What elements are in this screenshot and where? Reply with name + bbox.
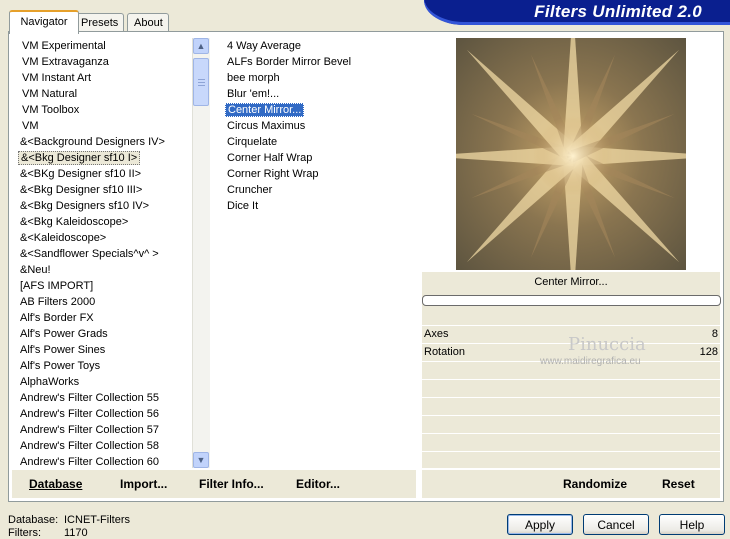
category-item[interactable]: VM Experimental bbox=[16, 38, 191, 54]
filter-item[interactable]: ALFs Border Mirror Bevel bbox=[225, 54, 415, 70]
category-item[interactable]: Andrew's Filter Collection 58 bbox=[16, 438, 191, 454]
category-item[interactable]: &<Bkg Designer sf10 III> bbox=[16, 182, 191, 198]
preview-filter-name: Center Mirror... bbox=[534, 276, 608, 288]
category-item[interactable]: Andrew's Filter Collection 55 bbox=[16, 390, 191, 406]
watermark-url: www.maidiregrafica.eu bbox=[540, 356, 641, 367]
import-button[interactable]: Import... bbox=[120, 475, 167, 493]
tab-presets[interactable]: Presets bbox=[74, 13, 124, 32]
editor-button[interactable]: Editor... bbox=[296, 475, 340, 493]
scroll-thumb[interactable] bbox=[193, 58, 209, 106]
filter-item[interactable]: Corner Right Wrap bbox=[225, 166, 415, 182]
category-item[interactable]: VM bbox=[16, 118, 191, 134]
category-item[interactable]: &<Kaleidoscope> bbox=[16, 230, 191, 246]
category-item[interactable]: &Neu! bbox=[16, 262, 191, 278]
cancel-button[interactable]: Cancel bbox=[583, 514, 649, 535]
watermark-name: Pinuccia bbox=[568, 334, 646, 355]
category-item[interactable]: VM Instant Art bbox=[16, 70, 191, 86]
help-button[interactable]: Help bbox=[659, 514, 725, 535]
category-item[interactable]: Alf's Border FX bbox=[16, 310, 191, 326]
category-item[interactable]: &<Bkg Designer sf10 I> bbox=[16, 150, 191, 166]
category-item[interactable]: AB Filters 2000 bbox=[16, 294, 191, 310]
tab-about[interactable]: About bbox=[127, 13, 169, 32]
title-banner: Filters Unlimited 2.0 bbox=[424, 0, 730, 25]
filter-item[interactable]: Circus Maximus bbox=[225, 118, 415, 134]
category-item[interactable]: &<Bkg Kaleidoscope> bbox=[16, 214, 191, 230]
category-item[interactable]: &<Bkg Designers sf10 IV> bbox=[16, 198, 191, 214]
param-label-rotation: Rotation bbox=[424, 346, 465, 358]
category-item[interactable]: VM Toolbox bbox=[16, 102, 191, 118]
category-item[interactable]: VM Natural bbox=[16, 86, 191, 102]
filter-item[interactable]: Cirquelate bbox=[225, 134, 415, 150]
progress-bar bbox=[422, 295, 721, 306]
category-item[interactable]: Alf's Power Toys bbox=[16, 358, 191, 374]
status-database-key: Database: bbox=[8, 514, 59, 526]
category-item[interactable]: &<Sandflower Specials^v^ > bbox=[16, 246, 191, 262]
randomize-button[interactable]: Randomize bbox=[563, 475, 627, 493]
reset-button[interactable]: Reset bbox=[662, 475, 695, 493]
category-item[interactable]: AlphaWorks bbox=[16, 374, 191, 390]
scroll-down-button[interactable]: ▼ bbox=[193, 452, 209, 468]
status-filters-value: 1170 bbox=[64, 527, 88, 539]
category-item[interactable]: VM Extravaganza bbox=[16, 54, 191, 70]
filter-list[interactable]: 4 Way Average ALFs Border Mirror Bevel bee… bbox=[225, 38, 415, 468]
filter-item[interactable]: Corner Half Wrap bbox=[225, 150, 415, 166]
status-database-value: ICNET-Filters bbox=[64, 514, 130, 526]
app-title: Filters Unlimited 2.0 bbox=[534, 2, 702, 21]
category-item[interactable]: Andrew's Filter Collection 56 bbox=[16, 406, 191, 422]
apply-button[interactable]: Apply bbox=[507, 514, 573, 535]
filter-item[interactable]: Blur 'em!... bbox=[225, 86, 415, 102]
category-item[interactable]: Alf's Power Grads bbox=[16, 326, 191, 342]
filter-item[interactable]: bee morph bbox=[225, 70, 415, 86]
category-item[interactable]: Andrew's Filter Collection 60 bbox=[16, 454, 191, 468]
category-item[interactable]: Alf's Power Sines bbox=[16, 342, 191, 358]
filter-item[interactable]: Cruncher bbox=[225, 182, 415, 198]
category-item[interactable]: &<Background Designers IV> bbox=[16, 134, 191, 150]
filter-item[interactable]: 4 Way Average bbox=[225, 38, 415, 54]
filter-item[interactable]: Dice It bbox=[225, 198, 415, 214]
filter-item[interactable]: Center Mirror... bbox=[225, 102, 415, 118]
category-item[interactable]: [AFS IMPORT] bbox=[16, 278, 191, 294]
category-item[interactable]: &<BKg Designer sf10 II> bbox=[16, 166, 191, 182]
database-button[interactable]: Database bbox=[29, 475, 82, 493]
status-filters-key: Filters: bbox=[8, 527, 41, 539]
param-label-axes: Axes bbox=[424, 328, 449, 340]
tab-navigator[interactable]: Navigator bbox=[9, 10, 79, 34]
scroll-up-button[interactable]: ▲ bbox=[193, 38, 209, 54]
category-item[interactable]: Andrew's Filter Collection 57 bbox=[16, 422, 191, 438]
category-list[interactable]: VM Experimental VM Extravaganza VM Instant… bbox=[16, 38, 191, 468]
preview-image bbox=[456, 38, 686, 270]
category-scrollbar[interactable]: ▲ ▼ bbox=[192, 38, 210, 468]
filter-info-button[interactable]: Filter Info... bbox=[199, 475, 264, 493]
